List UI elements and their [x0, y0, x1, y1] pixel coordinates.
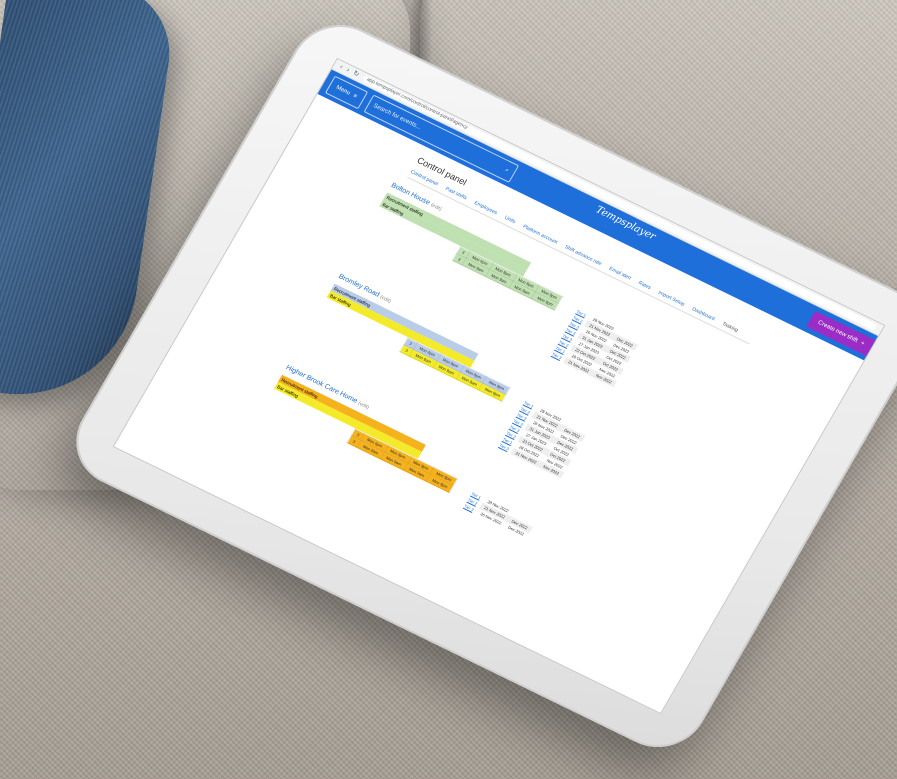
- plus-icon: +: [859, 340, 866, 348]
- site-edit-link[interactable]: (edit): [357, 401, 370, 411]
- tab-rates[interactable]: Rates: [637, 280, 652, 291]
- back-icon[interactable]: ‹: [338, 64, 344, 71]
- site-edit-link[interactable]: (edit): [429, 202, 442, 212]
- site-edit-link[interactable]: (edit): [379, 294, 392, 304]
- photo-scene: ‹ › ↻ app.tempsplayer.com/control/contro…: [0, 0, 897, 779]
- search-icon[interactable]: ⌕: [504, 167, 510, 175]
- tab-tasking[interactable]: Tasking: [721, 321, 739, 334]
- forward-icon[interactable]: ›: [345, 67, 351, 74]
- dates-table: Tier 1 28 Nov 2022 Tier 2 21 Nov 2022 Dec 20…: [459, 489, 536, 540]
- tab-past-shifts[interactable]: Past shifts: [444, 186, 468, 201]
- hamburger-icon: ≡: [351, 93, 358, 100]
- tab-units[interactable]: Units: [503, 215, 516, 225]
- dates-table: Tier 1 28 Nov 2022 Tier 2 21 Nov 2022 Dec 20…: [547, 306, 641, 388]
- reload-icon[interactable]: ↻: [352, 70, 361, 79]
- dates-table: Tier 1 28 Nov 2022 Tier 2 21 Nov 2022 Dec 20…: [494, 397, 588, 479]
- menu-label: Menu: [334, 84, 352, 97]
